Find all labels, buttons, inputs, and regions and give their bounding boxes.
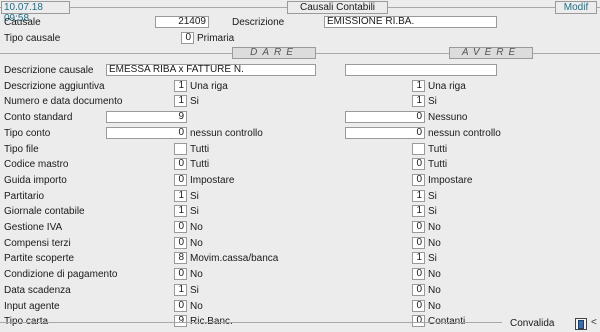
convalida-label: Convalida (510, 318, 555, 329)
dare-value-field[interactable]: 0 (174, 268, 187, 280)
avere-value-field[interactable] (412, 143, 425, 155)
avere-value-text: No (428, 269, 441, 280)
avere-value-field[interactable]: 0 (345, 111, 425, 123)
causale-field[interactable]: 21409 (155, 16, 209, 28)
dare-value-field[interactable]: 1 (174, 95, 187, 107)
avere-value-field[interactable]: 0 (412, 221, 425, 233)
avere-value-field[interactable]: 1 (412, 252, 425, 264)
avere-value-field[interactable]: 0 (412, 158, 425, 170)
book-icon[interactable] (575, 318, 587, 330)
avere-value-field[interactable]: 0 (412, 174, 425, 186)
dare-value-text: No (190, 238, 203, 249)
dare-value-text: Tutti (190, 159, 210, 170)
dare-value-field[interactable]: 1 (174, 80, 187, 92)
avere-value-text: Si (428, 206, 437, 217)
descrizione-label: Descrizione (232, 17, 285, 28)
dare-value-text: Movim.cassa/banca (190, 253, 279, 264)
avere-value-text: Tutti (428, 144, 448, 155)
avere-value-text: Si (428, 191, 437, 202)
dare-value-text: No (190, 301, 203, 312)
avere-value-field[interactable]: 1 (412, 80, 425, 92)
avere-value-text: No (428, 222, 441, 233)
tipo-causale-label: Tipo causale (4, 33, 61, 44)
avere-value-text: Una riga (428, 81, 466, 92)
dare-value-text: Si (190, 206, 199, 217)
dare-value-text: Si (190, 285, 199, 296)
avere-value-field[interactable]: 1 (412, 95, 425, 107)
dare-value-field[interactable]: 0 (174, 174, 187, 186)
dare-value-field[interactable]: 1 (174, 205, 187, 217)
arrow-left-icon[interactable]: < (591, 317, 597, 328)
row-label: Giornale contabile (4, 206, 85, 217)
row-label: Guida importo (4, 175, 67, 186)
dare-value-field[interactable]: 8 (174, 252, 187, 264)
dare-value-field[interactable]: 0 (174, 158, 187, 170)
avere-value-text: Si (428, 96, 437, 107)
avere-value-text: Tutti (428, 159, 448, 170)
dare-value-text: Impostare (190, 175, 235, 186)
row-label: Descrizione causale (4, 65, 94, 76)
avere-value-field[interactable]: 0 (412, 284, 425, 296)
footer-rule (0, 322, 502, 323)
avere-value-field[interactable]: 1 (412, 205, 425, 217)
avere-value-text: Si (428, 253, 437, 264)
row-label: Gestione IVA (4, 222, 63, 233)
section-dare: DARE (232, 47, 316, 59)
descrizione-field[interactable]: EMISSIONE RI.BA. (324, 16, 497, 28)
dare-value-text: nessun controllo (190, 128, 263, 139)
row-label: Tipo conto (4, 128, 51, 139)
dare-value-text: Tutti (190, 144, 210, 155)
avere-descrizione-field[interactable] (345, 64, 497, 76)
avere-value-field[interactable]: 1 (412, 190, 425, 202)
avere-value-field[interactable]: 0 (412, 237, 425, 249)
row-label: Compensi terzi (4, 238, 71, 249)
avere-value-text: Nessuno (428, 112, 468, 123)
tipo-causale-field[interactable]: 0 (181, 32, 194, 44)
row-label: Partitario (4, 191, 45, 202)
avere-value-field[interactable]: 0 (412, 268, 425, 280)
tipo-causale-text: Primaria (197, 33, 235, 44)
row-label: Input agente (4, 301, 60, 312)
header-datetime: 10.07.18 09:58 (1, 1, 70, 24)
avere-value-text: nessun controllo (428, 128, 501, 139)
dare-value-field[interactable]: 9 (174, 315, 187, 327)
avere-value-text: No (428, 285, 441, 296)
dare-value-field[interactable]: 0 (174, 237, 187, 249)
dare-value-field[interactable]: 0 (174, 221, 187, 233)
dare-value-field[interactable]: 1 (174, 190, 187, 202)
row-label: Tipo file (4, 144, 39, 155)
avere-value-text: Impostare (428, 175, 473, 186)
row-label: Numero e data documento (4, 96, 123, 107)
dare-value-text: No (190, 222, 203, 233)
row-label: Data scadenza (4, 285, 71, 296)
mode-indicator: Modif (555, 1, 597, 14)
avere-value-text: No (428, 238, 441, 249)
dare-value-field[interactable]: 0 (174, 300, 187, 312)
avere-value-field[interactable]: 0 (412, 300, 425, 312)
row-label: Partite scoperte (4, 253, 75, 264)
dare-value-text: Si (190, 96, 199, 107)
row-label: Condizione di pagamento (4, 269, 118, 280)
row-label: Descrizione aggiuntiva (4, 81, 105, 92)
dare-value-field[interactable]: 0 (106, 127, 187, 139)
dare-value-text: Una riga (190, 81, 228, 92)
row-label: Codice mastro (4, 159, 69, 170)
avere-value-text: No (428, 301, 441, 312)
section-avere: AVERE (449, 47, 533, 59)
avere-value-field[interactable]: 0 (412, 315, 425, 327)
avere-value-field[interactable]: 0 (345, 127, 425, 139)
dare-value-text: Si (190, 191, 199, 202)
dare-descrizione-field[interactable]: EMESSA RIBA x FATTURE N. (106, 64, 316, 76)
dare-value-text: No (190, 269, 203, 280)
dare-value-field[interactable]: 9 (106, 111, 187, 123)
dare-value-field[interactable]: 1 (174, 284, 187, 296)
row-label: Conto standard (4, 112, 73, 123)
causale-label: Causale (4, 17, 41, 28)
dare-value-field[interactable] (174, 143, 187, 155)
window-title: Causali Contabili (287, 1, 388, 14)
